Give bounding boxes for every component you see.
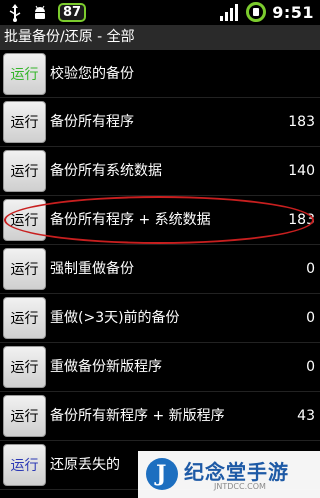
list-item-label: 重做备份新版程序: [50, 359, 162, 375]
watermark: 纪念堂手游 JNTDCC.COM: [138, 451, 320, 498]
run-button[interactable]: 运行: [3, 150, 46, 192]
list-item-count: 183: [288, 114, 315, 130]
run-button[interactable]: 运行: [3, 297, 46, 339]
signal-strength-icon: [220, 3, 240, 21]
notification-badge: 87: [58, 3, 87, 22]
battery-charging-icon: [246, 2, 267, 22]
watermark-name: 纪念堂手游: [184, 460, 289, 484]
batch-list: 运行 校验您的备份 运行 备份所有程序 183 运行 备份所有系统数据 140 …: [0, 50, 320, 490]
list-item: 运行 备份所有程序 183: [0, 98, 320, 147]
clock: 9:51: [272, 2, 314, 22]
run-button[interactable]: 运行: [3, 53, 46, 95]
usb-icon: [9, 3, 21, 22]
highlight-ellipse: [4, 196, 314, 244]
list-item: 运行 备份所有系统数据 140: [0, 147, 320, 196]
list-item-label: 校验您的备份: [50, 66, 134, 82]
list-item-label: 备份所有系统数据: [50, 163, 162, 179]
list-item-count: 43: [297, 408, 315, 424]
list-item: 运行 备份所有新程序 + 新版程序 43: [0, 392, 320, 441]
list-item: 运行 重做(>3天)前的备份 0: [0, 294, 320, 343]
list-item: 运行 重做备份新版程序 0: [0, 343, 320, 392]
list-item-label: 备份所有新程序 + 新版程序: [50, 408, 225, 424]
list-item-label: 重做(>3天)前的备份: [50, 310, 180, 326]
list-item-label: 备份所有程序: [50, 114, 134, 130]
list-item-label: 强制重做备份: [50, 261, 134, 277]
list-item-count: 140: [288, 163, 315, 179]
page-title: 批量备份/还原 - 全部: [0, 25, 320, 50]
run-button[interactable]: 运行: [3, 395, 46, 437]
android-debug-icon: [35, 5, 45, 19]
list-item: 运行 强制重做备份 0: [0, 245, 320, 294]
run-button[interactable]: 运行: [3, 444, 46, 486]
list-item-count: 0: [306, 310, 315, 326]
run-button[interactable]: 运行: [3, 101, 46, 143]
watermark-url: JNTDCC.COM: [214, 482, 266, 491]
status-bar: 87 9:51: [0, 0, 320, 25]
list-item: 运行 校验您的备份: [0, 50, 320, 98]
list-item-label: 还原丢失的: [50, 457, 120, 473]
run-button[interactable]: 运行: [3, 248, 46, 290]
watermark-logo-icon: [146, 458, 178, 490]
list-item-count: 0: [306, 359, 315, 375]
status-bar-right: 9:51: [220, 2, 314, 22]
list-item-count: 0: [306, 261, 315, 277]
run-button[interactable]: 运行: [3, 346, 46, 388]
status-bar-left: 87: [8, 3, 87, 22]
